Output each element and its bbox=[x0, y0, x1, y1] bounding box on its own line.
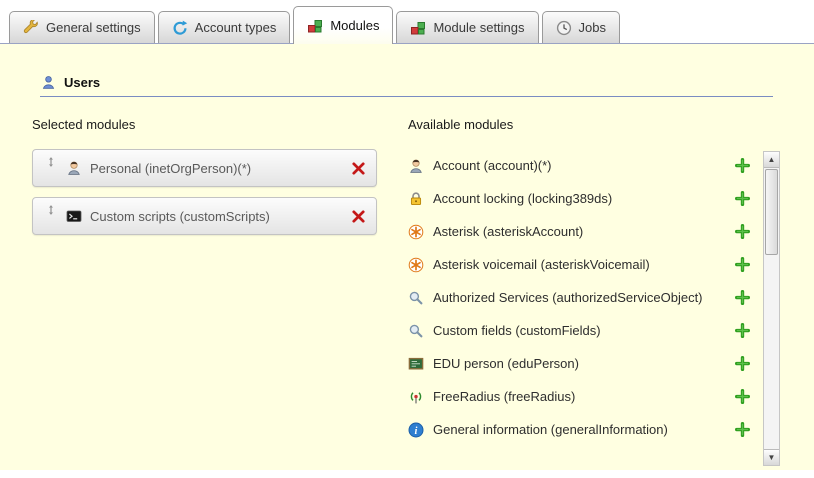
selected-module-label: Custom scripts (customScripts) bbox=[90, 209, 350, 224]
search-icon bbox=[408, 290, 424, 306]
scroll-up-button[interactable]: ▲ bbox=[764, 152, 779, 168]
available-module-label: Asterisk voicemail (asteriskVoicemail) bbox=[433, 257, 728, 272]
modules-icon bbox=[307, 18, 323, 34]
selected-module-label: Personal (inetOrgPerson)(*) bbox=[90, 161, 350, 176]
remove-module-button[interactable] bbox=[350, 160, 366, 176]
users-section-header: Users bbox=[40, 74, 773, 97]
available-module-label: FreeRadius (freeRadius) bbox=[433, 389, 728, 404]
tab-modules[interactable]: Modules bbox=[293, 6, 393, 44]
refresh-icon bbox=[172, 20, 188, 36]
available-module-label: EDU person (eduPerson) bbox=[433, 356, 728, 371]
available-module-row: Custom fields (customFields) bbox=[408, 314, 750, 347]
tab-module-settings[interactable]: Module settings bbox=[396, 11, 538, 43]
add-module-button[interactable] bbox=[734, 323, 750, 339]
add-module-button[interactable] bbox=[734, 191, 750, 207]
tab-bar: General settings Account types Modules Modu… bbox=[0, 0, 814, 44]
available-module-label: Account (account)(*) bbox=[433, 158, 728, 173]
available-module-row: Authorized Services (authorizedServiceOb… bbox=[408, 281, 750, 314]
scroll-up-icon: ▲ bbox=[768, 155, 776, 164]
tab-account-types[interactable]: Account types bbox=[158, 11, 291, 43]
add-module-button[interactable] bbox=[734, 422, 750, 438]
add-module-button[interactable] bbox=[734, 389, 750, 405]
available-module-row: FreeRadius (freeRadius) bbox=[408, 380, 750, 413]
available-module-row: EDU person (eduPerson) bbox=[408, 347, 750, 380]
drag-handle-icon[interactable] bbox=[43, 202, 59, 218]
user-icon bbox=[40, 74, 56, 90]
available-module-label: General information (generalInformation) bbox=[433, 422, 728, 437]
tab-label: Module settings bbox=[433, 20, 524, 35]
available-module-row: Account (account)(*) bbox=[408, 149, 750, 182]
available-module-row: Asterisk voicemail (asteriskVoicemail) bbox=[408, 248, 750, 281]
scrollbar-thumb[interactable] bbox=[765, 169, 778, 255]
available-module-row: i General information (generalInformation… bbox=[408, 413, 750, 446]
selected-module-row[interactable]: Custom scripts (customScripts) bbox=[32, 197, 377, 235]
content-panel: Users Selected modules Personal (inetOrg… bbox=[0, 44, 814, 470]
asterisk-icon bbox=[408, 224, 424, 240]
selected-modules-list: Personal (inetOrgPerson)(*) Custom script… bbox=[32, 149, 408, 235]
selected-module-row[interactable]: Personal (inetOrgPerson)(*) bbox=[32, 149, 377, 187]
scroll-down-icon: ▼ bbox=[768, 453, 776, 462]
module-columns: Selected modules Personal (inetOrgPerson… bbox=[32, 117, 814, 466]
info-icon: i bbox=[408, 422, 424, 438]
available-modules-scroll-area: Account (account)(*) Account locking (loc… bbox=[408, 149, 780, 466]
available-modules-heading: Available modules bbox=[408, 117, 780, 132]
tab-label: General settings bbox=[46, 20, 141, 35]
add-module-button[interactable] bbox=[734, 257, 750, 273]
available-module-label: Account locking (locking389ds) bbox=[433, 191, 728, 206]
module-settings-icon bbox=[410, 20, 426, 36]
add-module-button[interactable] bbox=[734, 158, 750, 174]
tab-general-settings[interactable]: General settings bbox=[9, 11, 155, 43]
svg-text:i: i bbox=[415, 426, 418, 437]
wrench-icon bbox=[23, 20, 39, 36]
add-module-button[interactable] bbox=[734, 356, 750, 372]
section-title: Users bbox=[64, 75, 100, 90]
search-icon bbox=[408, 323, 424, 339]
tab-jobs[interactable]: Jobs bbox=[542, 11, 620, 43]
account-icon bbox=[408, 158, 424, 174]
selected-modules-column: Selected modules Personal (inetOrgPerson… bbox=[32, 117, 408, 466]
drag-handle-icon[interactable] bbox=[43, 154, 59, 170]
script-icon bbox=[66, 208, 82, 224]
tab-label: Jobs bbox=[579, 20, 606, 35]
person-icon bbox=[66, 160, 82, 176]
available-module-label: Asterisk (asteriskAccount) bbox=[433, 224, 728, 239]
asterisk-icon bbox=[408, 257, 424, 273]
available-module-label: Custom fields (customFields) bbox=[433, 323, 728, 338]
available-module-row: Asterisk (asteriskAccount) bbox=[408, 215, 750, 248]
page: General settings Account types Modules Modu… bbox=[0, 0, 814, 478]
antenna-icon bbox=[408, 389, 424, 405]
selected-modules-heading: Selected modules bbox=[32, 117, 408, 132]
available-module-row: Account locking (locking389ds) bbox=[408, 182, 750, 215]
available-modules-list: Account (account)(*) Account locking (loc… bbox=[408, 149, 750, 446]
scrollbar[interactable]: ▲ ▼ bbox=[763, 151, 780, 466]
available-module-label: Authorized Services (authorizedServiceOb… bbox=[433, 290, 728, 305]
available-modules-column: Available modules Account (account)(*)Ac… bbox=[408, 117, 780, 466]
tab-label: Account types bbox=[195, 20, 277, 35]
clock-icon bbox=[556, 20, 572, 36]
scroll-down-button[interactable]: ▼ bbox=[764, 449, 779, 465]
lock-icon bbox=[408, 191, 424, 207]
tab-label: Modules bbox=[330, 18, 379, 33]
add-module-button[interactable] bbox=[734, 224, 750, 240]
remove-module-button[interactable] bbox=[350, 208, 366, 224]
edu-icon bbox=[408, 356, 424, 372]
add-module-button[interactable] bbox=[734, 290, 750, 306]
